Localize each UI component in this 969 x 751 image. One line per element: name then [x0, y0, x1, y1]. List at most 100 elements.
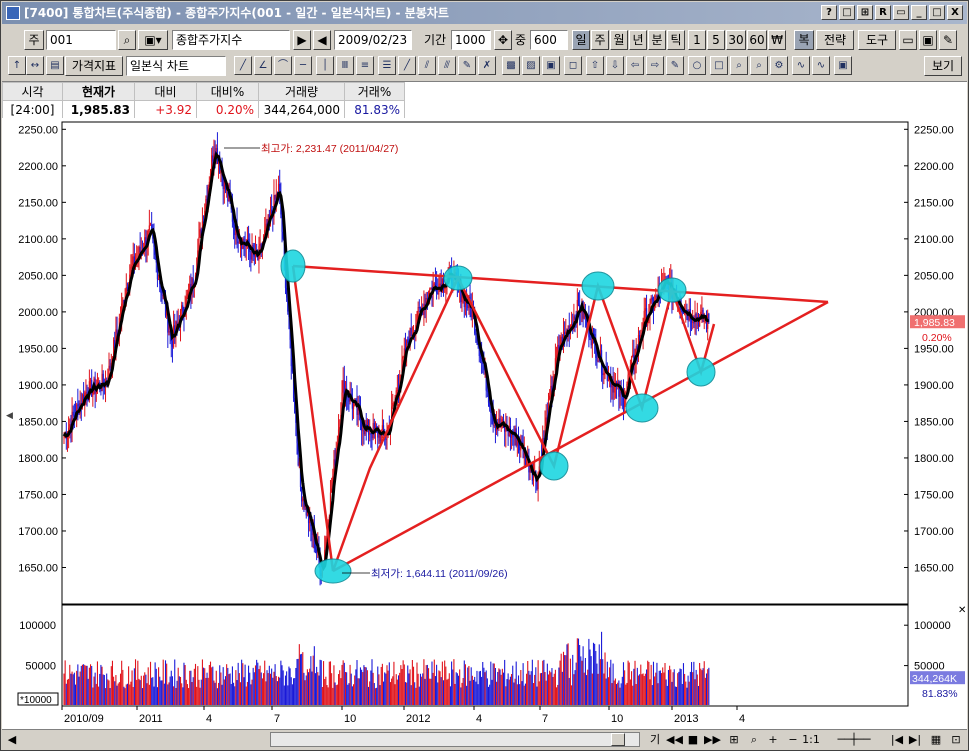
count-input[interactable]: 600 — [530, 30, 568, 50]
view-button[interactable]: 보기 — [924, 56, 962, 76]
ray-icon[interactable]: ╱ — [398, 56, 416, 75]
bok-button[interactable]: 복 — [794, 30, 814, 50]
stop-icon[interactable]: ■ — [686, 731, 700, 748]
period-input[interactable]: 1000 — [451, 30, 491, 50]
wave-icon[interactable]: ∿ — [792, 56, 810, 75]
volume-tick-label-right: 50000 — [914, 661, 945, 673]
move-down-icon[interactable]: ⇩ — [606, 56, 624, 75]
tab-month[interactable]: 월 — [610, 30, 628, 50]
fibo-time-icon[interactable]: Ⅲ — [336, 56, 354, 75]
grid-lines-icon[interactable]: ☰ — [378, 56, 396, 75]
move-right-icon[interactable]: ⇨ — [646, 56, 664, 75]
candle-body — [597, 360, 599, 362]
candle-body — [467, 304, 469, 309]
hline-icon[interactable]: ─ — [294, 56, 312, 75]
move-icon[interactable]: ✥ — [494, 30, 512, 50]
table-icon[interactable]: ⊞ — [726, 731, 742, 748]
horizontal-scrollbar[interactable] — [270, 732, 640, 747]
settings-icon[interactable]: ✎ — [939, 30, 957, 50]
tab-60[interactable]: 60 — [747, 30, 767, 50]
move-up-icon[interactable]: ⇧ — [586, 56, 604, 75]
eraser-icon[interactable]: ✗ — [478, 56, 496, 75]
note-icon[interactable]: ▣ — [542, 56, 560, 75]
candle-body — [69, 424, 71, 428]
expand-icon[interactable]: ⊡ — [948, 731, 964, 748]
save-icon[interactable]: ▣ — [919, 30, 937, 50]
tab-year[interactable]: 년 — [629, 30, 647, 50]
x-tick-label: 4 — [476, 713, 482, 725]
indicator-button[interactable]: 가격지표 — [65, 56, 123, 76]
tab-day[interactable]: 일 — [572, 30, 590, 50]
strategy-button[interactable]: 전략 — [816, 30, 854, 50]
close-button[interactable]: X — [947, 5, 963, 20]
last-icon[interactable]: ▶| — [908, 731, 922, 748]
tab-minute[interactable]: 분 — [648, 30, 666, 50]
expand-arrows-icon[interactable]: ↔ — [26, 56, 44, 75]
code-input[interactable]: 001 — [46, 30, 116, 50]
pen-icon[interactable]: ✎ — [458, 56, 476, 75]
channel-icon[interactable]: ⫽ — [418, 56, 436, 75]
y-tick-label-right: 1900.00 — [914, 380, 954, 392]
code-history-icon[interactable]: ▣▾ — [138, 30, 168, 50]
up-arrow-icon[interactable]: ↑ — [8, 56, 26, 75]
trendline-icon[interactable]: ╱ — [234, 56, 252, 75]
next-arrow-icon[interactable]: ▶ — [293, 30, 311, 50]
print-icon[interactable]: ▣ — [834, 56, 852, 75]
minimize-button[interactable]: _ — [911, 5, 927, 20]
rewind-icon[interactable]: ◀◀ — [666, 731, 683, 748]
layout-button[interactable]: □ — [839, 5, 855, 20]
tab-5[interactable]: 5 — [707, 30, 725, 50]
grid-icon[interactable]: ▦ — [928, 731, 944, 748]
chart-area[interactable]: ◀ ✕ 2250.00 2250.00 2200.00 2200.00 2150.00 215… — [2, 118, 967, 729]
tab-won[interactable]: ₩ — [768, 30, 786, 50]
pivot-circle — [314, 558, 352, 584]
tab-week[interactable]: 주 — [591, 30, 609, 50]
prev-arrow-icon[interactable]: ◀ — [313, 30, 331, 50]
zoom-in-icon[interactable]: + — [766, 731, 780, 748]
fastforward-icon[interactable]: ▶▶ — [704, 731, 721, 748]
price-chart-svg[interactable]: ◀ ✕ 2250.00 2250.00 2200.00 2200.00 2150.00 215… — [2, 118, 967, 729]
maximize-button[interactable]: □ — [929, 5, 945, 20]
box-icon[interactable]: □ — [710, 56, 728, 75]
refresh-button[interactable]: R — [875, 5, 891, 20]
search-icon[interactable]: ⌕ — [118, 30, 136, 50]
x-tick-label: 2011 — [139, 713, 163, 725]
split-button[interactable]: ⊞ — [857, 5, 873, 20]
tab-30[interactable]: 30 — [726, 30, 746, 50]
search-object-icon[interactable]: ⌕ — [750, 56, 768, 75]
palette-icon[interactable]: ▩ — [502, 56, 520, 75]
edit-icon[interactable]: ✎ — [666, 56, 684, 75]
list-icon[interactable]: ▤ — [46, 56, 64, 75]
scroll-thumb[interactable] — [611, 733, 625, 746]
tab-1[interactable]: 1 — [688, 30, 706, 50]
help-button[interactable]: ? — [821, 5, 837, 20]
option-button[interactable]: ▭ — [893, 5, 909, 20]
zoom-out-icon[interactable]: − — [786, 731, 800, 748]
magnify-icon[interactable]: ⌕ — [746, 731, 762, 748]
candle-body — [486, 390, 488, 392]
charttype-select[interactable]: 일본식 차트 — [126, 56, 226, 76]
wave-alt-icon[interactable]: ∿ — [812, 56, 830, 75]
vline-icon[interactable]: │ — [316, 56, 334, 75]
circle-icon[interactable]: ○ — [688, 56, 706, 75]
folder-icon[interactable]: ▭ — [899, 30, 917, 50]
tool-button[interactable]: 도구 — [858, 30, 896, 50]
zoom-slider[interactable]: ──┼── — [824, 731, 884, 748]
zoom-icon[interactable]: ⌕ — [730, 56, 748, 75]
tab-tick[interactable]: 틱 — [667, 30, 685, 50]
text-icon[interactable]: ▨ — [522, 56, 540, 75]
gann-fan-icon[interactable]: ⫻ — [438, 56, 456, 75]
market-select[interactable]: 주 — [24, 30, 44, 50]
fibo-icon[interactable]: ≡ — [356, 56, 374, 75]
name-field[interactable]: 종합주가지수 — [172, 30, 290, 50]
arc-icon[interactable]: ⌒ — [274, 56, 292, 75]
prev-page-icon[interactable]: ◀ — [4, 731, 20, 748]
date-input[interactable]: 2009/02/23 — [334, 30, 412, 50]
angle-line-icon[interactable]: ∠ — [254, 56, 272, 75]
candle-body — [475, 333, 477, 335]
move-left-icon[interactable]: ⇦ — [626, 56, 644, 75]
title-bar[interactable]: [7400] 통합차트(주식종합) - 종합주가지수(001 - 일간 - 일본… — [2, 2, 967, 24]
first-icon[interactable]: |◀ — [890, 731, 904, 748]
rectangle-tool-icon[interactable]: ◻ — [564, 56, 582, 75]
magic-icon[interactable]: ⚙ — [770, 56, 788, 75]
